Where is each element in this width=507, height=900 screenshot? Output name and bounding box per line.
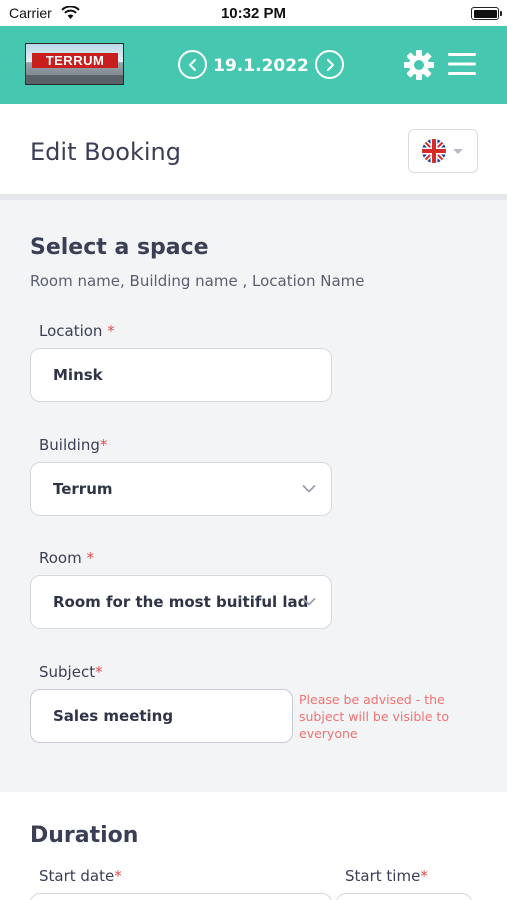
- section-title-space: Select a space: [30, 235, 209, 260]
- required-mark: *: [86, 549, 95, 567]
- start-time-field[interactable]: [336, 893, 472, 900]
- start-time-label: Start time*: [345, 867, 428, 885]
- terrum-logo[interactable]: TERRUM: [25, 43, 124, 85]
- current-date[interactable]: 19.1.2022: [212, 56, 310, 76]
- subject-value: Sales meeting: [53, 707, 174, 725]
- required-mark: *: [95, 663, 103, 681]
- chevron-down-icon: [302, 485, 316, 493]
- hamburger-menu-icon: [448, 53, 476, 75]
- previous-day-button[interactable]: [178, 50, 207, 79]
- building-value: Terrum: [53, 480, 113, 498]
- subject-visibility-warning: Please be advised - the subject will be …: [299, 692, 449, 741]
- next-day-button[interactable]: [315, 50, 344, 79]
- start-date-field[interactable]: [30, 893, 332, 900]
- logo-text: TERRUM: [32, 53, 118, 68]
- section-title-duration: Duration: [30, 823, 139, 848]
- section-subtitle: Room name, Building name , Location Name: [30, 272, 365, 290]
- building-label: Building*: [39, 436, 108, 454]
- required-mark: *: [99, 436, 108, 454]
- settings-button[interactable]: [402, 48, 436, 86]
- status-time: 10:32 PM: [220, 5, 287, 22]
- subject-input[interactable]: Sales meeting: [30, 689, 293, 743]
- chevron-left-icon: [189, 59, 196, 71]
- page-header: Edit Booking: [0, 104, 507, 200]
- gear-icon: [404, 50, 434, 80]
- app-bar: TERRUM 19.1.2022: [0, 26, 507, 104]
- chevron-down-icon: [302, 598, 316, 606]
- language-select[interactable]: [408, 129, 478, 173]
- status-bar: Carrier 10:32 PM: [0, 0, 507, 26]
- room-label: Room *: [39, 549, 94, 567]
- uk-flag-icon: [422, 139, 446, 163]
- start-date-label: Start date*: [39, 867, 122, 885]
- building-select[interactable]: Terrum: [30, 462, 332, 516]
- location-label: Location *: [39, 322, 115, 340]
- location-value: Minsk: [53, 366, 103, 384]
- subject-label: Subject*: [39, 663, 103, 681]
- required-mark: *: [107, 322, 115, 340]
- required-mark: *: [420, 867, 428, 885]
- room-value: Room for the most buitiful lad: [53, 593, 309, 611]
- menu-button[interactable]: [448, 52, 476, 80]
- battery-icon: [471, 7, 502, 20]
- chevron-right-icon: [327, 59, 334, 71]
- caret-down-icon: [453, 149, 463, 154]
- room-select[interactable]: Room for the most buitiful lad: [30, 575, 332, 629]
- required-mark: *: [114, 867, 122, 885]
- location-field[interactable]: Minsk: [30, 348, 332, 402]
- page-title: Edit Booking: [30, 138, 181, 166]
